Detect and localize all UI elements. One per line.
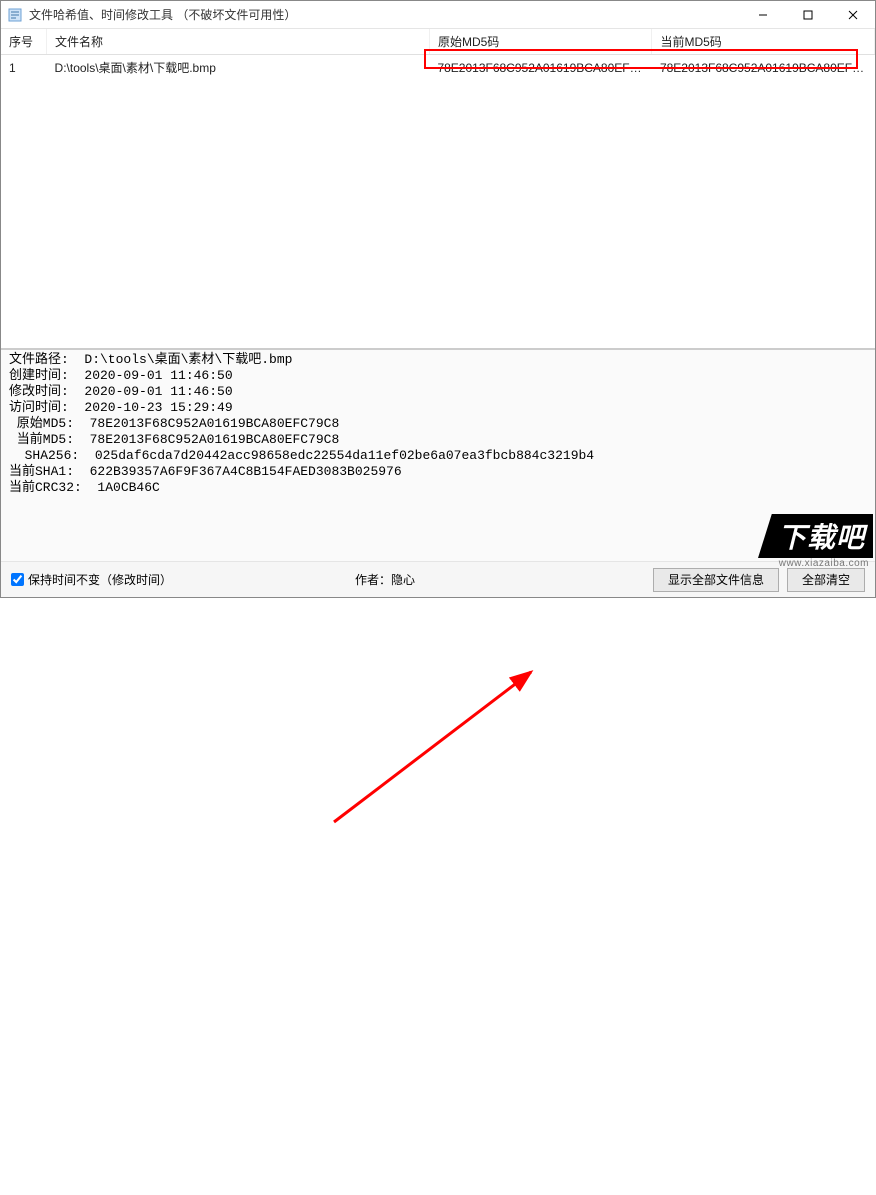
- cell-name: D:\tools\桌面\素材\下载吧.bmp: [47, 55, 430, 81]
- window-controls: [740, 1, 875, 28]
- file-table: 序号 文件名称 原始MD5码 当前MD5码 1 D:\tools\桌面\素材\下…: [1, 29, 875, 80]
- cell-seq: 1: [1, 55, 47, 81]
- app-icon: [7, 7, 23, 23]
- bottom-bar: 保持时间不变（修改时间） 作者：隐心 显示全部文件信息 全部清空: [1, 561, 875, 597]
- keep-time-label: 保持时间不变（修改时间）: [28, 571, 172, 588]
- window-title: 文件哈希值、时间修改工具 （不破坏文件可用性）: [29, 6, 740, 23]
- info-pane[interactable]: 文件路径: D:\tools\桌面\素材\下载吧.bmp 创建时间: 2020-…: [1, 349, 875, 561]
- keep-time-checkbox[interactable]: 保持时间不变（修改时间）: [11, 571, 172, 588]
- cell-md5-cur: 78E2013F68C952A01619BCA80EFC79C8: [652, 55, 875, 81]
- title-bar: 文件哈希值、时间修改工具 （不破坏文件可用性）: [1, 1, 875, 29]
- clear-all-button[interactable]: 全部清空: [787, 568, 865, 592]
- col-header-name[interactable]: 文件名称: [47, 29, 430, 55]
- main-area: 序号 文件名称 原始MD5码 当前MD5码 1 D:\tools\桌面\素材\下…: [1, 29, 875, 597]
- show-all-info-button[interactable]: 显示全部文件信息: [653, 568, 779, 592]
- file-table-pane[interactable]: 序号 文件名称 原始MD5码 当前MD5码 1 D:\tools\桌面\素材\下…: [1, 29, 875, 349]
- minimize-button[interactable]: [740, 1, 785, 28]
- close-button[interactable]: [830, 1, 875, 28]
- col-header-seq[interactable]: 序号: [1, 29, 47, 55]
- col-header-md5-cur[interactable]: 当前MD5码: [652, 29, 875, 55]
- annotation-arrow: [1, 597, 876, 1195]
- keep-time-checkbox-input[interactable]: [11, 573, 24, 586]
- table-header-row: 序号 文件名称 原始MD5码 当前MD5码: [1, 29, 875, 55]
- author-label: 作者：隐心: [355, 571, 415, 588]
- cell-md5-orig: 78E2013F68C952A01619BCA80EFC79C8: [429, 55, 652, 81]
- col-header-md5-orig[interactable]: 原始MD5码: [429, 29, 652, 55]
- maximize-button[interactable]: [785, 1, 830, 28]
- table-row[interactable]: 1 D:\tools\桌面\素材\下载吧.bmp 78E2013F68C952A…: [1, 55, 875, 81]
- info-text: 文件路径: D:\tools\桌面\素材\下载吧.bmp 创建时间: 2020-…: [1, 350, 875, 498]
